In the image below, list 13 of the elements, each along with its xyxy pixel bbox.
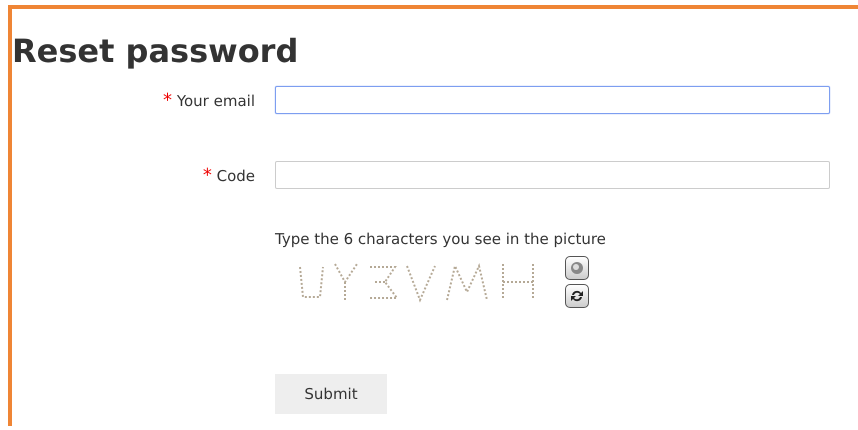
audio-captcha-button[interactable]: [565, 256, 589, 280]
page-title: Reset password: [12, 32, 300, 70]
input-field[interactable]: [275, 161, 830, 189]
field-label: Your email: [176, 92, 255, 110]
required-mark: *: [202, 164, 212, 186]
speaker-icon: [569, 260, 585, 276]
field-label: Code: [216, 166, 255, 184]
refresh-icon: [569, 288, 585, 304]
submit-button[interactable]: Submit: [275, 374, 387, 414]
captcha-instruction: Type the 6 characters you see in the picture: [275, 230, 606, 248]
refresh-captcha-button[interactable]: [565, 284, 589, 308]
input-field[interactable]: [275, 86, 830, 114]
required-mark: *: [163, 90, 172, 110]
